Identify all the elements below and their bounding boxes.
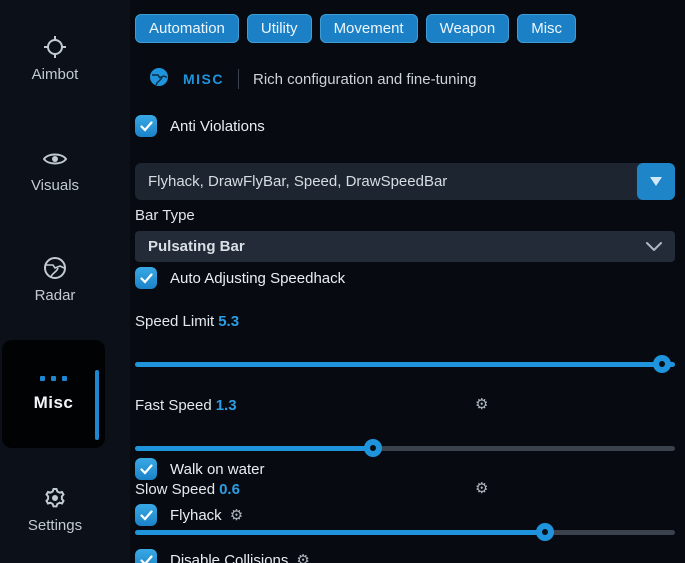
slider-fill [135, 530, 545, 535]
sidebar-item-aimbot[interactable]: Aimbot [0, 35, 110, 83]
slider-value: 0.6 [219, 481, 240, 498]
globe-icon [43, 256, 67, 280]
chevron-down-icon [646, 238, 662, 256]
slider-value: 5.3 [218, 313, 239, 330]
checkbox-label: Walk on water [170, 461, 264, 478]
gear-icon[interactable]: ⚙ [475, 481, 488, 496]
sidebar-item-label: Visuals [31, 177, 79, 194]
checkbox-label: Disable Collisions ⚙ [170, 552, 310, 563]
slider-fast-speed[interactable] [135, 439, 675, 457]
tab-misc[interactable]: Misc [517, 14, 576, 43]
tab-movement[interactable]: Movement [320, 14, 418, 43]
dropdown-open-button[interactable] [637, 163, 675, 200]
slider-label-text: Slow Speed [135, 481, 215, 498]
slider-thumb[interactable] [364, 439, 382, 457]
sidebar-item-misc-active[interactable]: Misc [2, 340, 105, 448]
section-subtitle: Rich configuration and fine-tuning [253, 71, 476, 88]
main-panel: Automation Utility Movement Weapon Misc … [135, 0, 675, 563]
bar-type-select[interactable]: Pulsating Bar [135, 231, 675, 262]
select-value: Pulsating Bar [148, 238, 245, 255]
checkbox-checked-icon[interactable] [135, 267, 157, 289]
sidebar: Aimbot Visuals Radar Misc [0, 0, 130, 563]
triangle-down-icon [649, 176, 663, 187]
divider [238, 69, 239, 89]
slider-thumb[interactable] [536, 523, 554, 541]
checkbox-walk-on-water[interactable]: Walk on water [135, 458, 264, 480]
slider-speed-limit-label: Speed Limit5.3 [135, 313, 675, 330]
mod-menu-window: { "colors": { "accent": "#1e87cf", "chec… [0, 0, 685, 563]
slider-label-text: Speed Limit [135, 313, 214, 330]
checkbox-checked-icon[interactable] [135, 115, 157, 137]
slider-thumb[interactable] [653, 355, 671, 373]
checkbox-label: Flyhack ⚙ [170, 507, 243, 524]
checkbox-label: Auto Adjusting Speedhack [170, 270, 345, 287]
slider-label-text: Fast Speed [135, 397, 212, 414]
active-indicator-bar [95, 370, 99, 440]
sidebar-item-radar[interactable]: Radar [0, 256, 110, 304]
sidebar-item-label: Aimbot [32, 66, 79, 83]
eye-icon [42, 148, 68, 170]
tab-utility[interactable]: Utility [247, 14, 312, 43]
category-tabs: Automation Utility Movement Weapon Misc [135, 14, 576, 43]
crosshair-icon [43, 35, 67, 59]
checkbox-flyhack[interactable]: Flyhack ⚙ [135, 504, 243, 526]
tab-weapon[interactable]: Weapon [426, 14, 510, 43]
sidebar-item-label: Settings [28, 517, 82, 534]
slider-slow-speed-label: Slow Speed0.6 ⚙ [135, 481, 675, 498]
checkbox-label: Anti Violations [170, 118, 265, 135]
checkbox-checked-icon[interactable] [135, 549, 157, 563]
tab-automation[interactable]: Automation [135, 14, 239, 43]
globe-icon [149, 67, 169, 92]
slider-value: 1.3 [216, 397, 237, 414]
sidebar-item-settings[interactable]: Settings [0, 486, 110, 534]
sidebar-item-visuals[interactable]: Visuals [0, 148, 110, 194]
slider-speed-limit[interactable] [135, 355, 675, 373]
section-title: MISC [183, 71, 224, 87]
multiselect-flags[interactable]: Flyhack, DrawFlyBar, Speed, DrawSpeedBar [135, 163, 675, 200]
checkbox-disable-collisions[interactable]: Disable Collisions ⚙ [135, 549, 310, 563]
slider-fill [135, 446, 373, 451]
sidebar-item-label: Radar [35, 287, 76, 304]
sidebar-item-label: Misc [34, 393, 74, 413]
gear-icon[interactable]: ⚙ [230, 508, 243, 523]
slider-fill [135, 362, 675, 367]
gear-icon[interactable]: ⚙ [296, 553, 309, 563]
gear-icon [43, 486, 67, 510]
ellipsis-icon [40, 376, 67, 381]
checkbox-auto-adjusting-speedhack[interactable]: Auto Adjusting Speedhack [135, 267, 345, 289]
slider-fast-speed-label: Fast Speed1.3 ⚙ [135, 397, 675, 414]
bar-type-label: Bar Type [135, 207, 195, 224]
multiselect-value: Flyhack, DrawFlyBar, Speed, DrawSpeedBar [135, 173, 637, 190]
checkbox-label-text: Flyhack [170, 507, 222, 524]
checkbox-anti-violations[interactable]: Anti Violations [135, 115, 265, 137]
checkbox-checked-icon[interactable] [135, 504, 157, 526]
checkbox-label-text: Disable Collisions [170, 552, 288, 563]
section-header: MISC Rich configuration and fine-tuning [135, 60, 575, 98]
gear-icon[interactable]: ⚙ [475, 397, 488, 412]
checkbox-checked-icon[interactable] [135, 458, 157, 480]
